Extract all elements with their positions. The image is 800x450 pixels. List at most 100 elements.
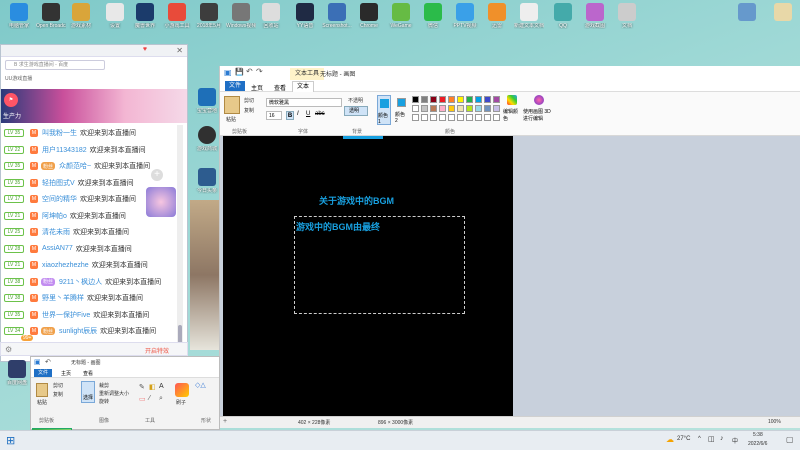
paste-icon[interactable] (224, 96, 240, 114)
color-picker-icon[interactable]: ⁄ (149, 395, 150, 402)
custom-color-swatch[interactable] (493, 114, 500, 121)
desktop-icon-19[interactable]: 游戏截图 (580, 3, 610, 29)
desktop-icon-12[interactable]: Chrome (354, 3, 384, 29)
desktop-icon-right-2[interactable] (768, 3, 798, 23)
pencil-icon[interactable]: ✎ (139, 383, 145, 391)
plus-icon[interactable]: + (151, 169, 163, 181)
palette-swatch[interactable] (448, 105, 455, 112)
transparent-option[interactable]: 透明 (344, 106, 368, 116)
tab-home[interactable]: 主页 (251, 83, 263, 92)
desktop-icon-16[interactable]: 迅雷 (482, 3, 512, 29)
desktop-icon-10[interactable]: YY语音 (290, 3, 320, 29)
chat-username[interactable]: 清花未雨 (42, 227, 70, 237)
chat-username[interactable]: 阿坤帕o (42, 211, 67, 221)
palette-swatch[interactable] (421, 105, 428, 112)
browser-tab[interactable]: UU游戏直播 (5, 75, 32, 82)
custom-color-swatch[interactable] (448, 114, 455, 121)
chat-username[interactable]: 众颜范哈~ (59, 161, 91, 171)
resize-button[interactable]: 重新调整大小 (99, 390, 129, 397)
cut-button[interactable]: 剪切 (53, 382, 63, 389)
custom-color-swatch[interactable] (412, 114, 419, 121)
italic-button[interactable]: I (297, 111, 299, 117)
tab-view[interactable]: 查看 (274, 83, 286, 92)
palette-swatch[interactable] (457, 96, 464, 103)
chat-username[interactable]: 野里丶羊腾样 (42, 293, 84, 303)
chat-scrollbar[interactable] (177, 125, 183, 355)
desktop-icon-4[interactable]: 设置 (100, 3, 130, 29)
network-icon[interactable]: ◫ (708, 435, 715, 443)
opaque-option[interactable]: 不透明 (348, 97, 363, 104)
custom-color-swatch[interactable] (430, 114, 437, 121)
redo-icon[interactable]: ↷ (256, 67, 263, 76)
font-size-select[interactable]: 16 (266, 111, 282, 120)
address-bar[interactable]: B 求生游戏直播间 - 百度 (5, 60, 105, 70)
fill-icon[interactable]: ◧ (149, 383, 156, 391)
palette-swatch[interactable] (430, 96, 437, 103)
custom-color-swatch[interactable] (484, 114, 491, 121)
palette-swatch[interactable] (475, 96, 482, 103)
edit-colors-button[interactable]: 编辑颜色 (503, 108, 521, 122)
palette-swatch[interactable] (475, 105, 482, 112)
chat-username[interactable]: AssiAN77 (42, 245, 73, 252)
bold-button[interactable]: B (286, 111, 294, 120)
chat-username[interactable]: 9211丶枫边人 (59, 277, 102, 287)
palette-swatch[interactable] (439, 96, 446, 103)
clock-time[interactable]: 5:38 (753, 432, 763, 438)
windows-start-icon[interactable]: ⊞ (6, 434, 15, 447)
desktop-icon-9[interactable]: 回收站 (256, 3, 286, 29)
tab-view[interactable]: 查看 (83, 370, 93, 377)
clock-date[interactable]: 2022/6/6 (748, 441, 767, 447)
strikethrough-button[interactable]: abc (315, 111, 325, 117)
desktop-icon-3[interactable]: 今日头条 (192, 168, 222, 194)
tab-file[interactable]: 文件 (225, 81, 245, 91)
color2-button[interactable]: 颜色 2 (395, 95, 409, 125)
copy-button[interactable]: 复制 (244, 107, 254, 114)
ime-indicator[interactable]: 中 (732, 436, 738, 445)
custom-color-swatch[interactable] (439, 114, 446, 121)
palette-swatch[interactable] (466, 105, 473, 112)
desktop-icon-right-1[interactable] (732, 3, 762, 23)
copy-button[interactable]: 复制 (53, 391, 63, 398)
palette-swatch[interactable] (466, 96, 473, 103)
desktop-icon-6[interactable]: 小游戏工具 (162, 3, 192, 29)
desktop-icon-17[interactable]: 新建文本文档 (514, 3, 544, 29)
custom-color-swatch[interactable] (475, 114, 482, 121)
desktop-icon-2[interactable]: 游戏商城 (192, 126, 222, 152)
chat-username[interactable]: sunlight辰辰 (59, 326, 97, 336)
text-icon[interactable]: A (159, 383, 164, 390)
palette-swatch[interactable] (457, 105, 464, 112)
paste-button[interactable]: 粘贴 (37, 399, 47, 406)
eraser-icon[interactable]: ▭ (139, 395, 146, 403)
palette-swatch[interactable] (412, 96, 419, 103)
settings-icon[interactable]: ⚙ (5, 345, 12, 354)
undo-icon[interactable]: ↶ (246, 67, 253, 76)
palette-swatch[interactable] (412, 105, 419, 112)
color1-button[interactable]: 颜色 1 (377, 95, 391, 125)
desktop-icon-1[interactable]: 宝宝营地 (192, 88, 222, 114)
chat-username[interactable]: 世界一保护Five (42, 310, 90, 320)
custom-color-swatch[interactable] (421, 114, 428, 121)
notification-icon[interactable]: ▢ (786, 435, 794, 444)
desktop-icon-14[interactable]: 微信 (418, 3, 448, 29)
paste-button[interactable]: 粘贴 (226, 116, 236, 123)
desktop-icon-11[interactable]: Screenshot... (322, 3, 352, 29)
chat-username[interactable]: 叫我粉一生 (42, 128, 77, 138)
desktop-icon-bottom[interactable]: 百度网盘 (2, 360, 32, 386)
desktop-icon-5[interactable]: 魔兽世界 (130, 3, 160, 29)
close-icon[interactable]: ✕ (176, 46, 183, 55)
desktop-icon-20[interactable]: 文档 (612, 3, 642, 29)
palette-swatch[interactable] (439, 105, 446, 112)
underline-button[interactable]: U (306, 111, 310, 117)
tab-file[interactable]: 文件 (34, 369, 52, 377)
tab-text[interactable]: 文本 (292, 81, 314, 92)
drawing-canvas[interactable]: 关于游戏中的BGM 游戏中的BGM由最终 (223, 136, 513, 416)
desktop-icon-18[interactable]: QQ (548, 3, 578, 29)
chat-username[interactable]: xiaozhezhezhe (42, 262, 89, 269)
gift-sticker[interactable] (146, 187, 176, 217)
save-icon[interactable]: 💾 (235, 68, 244, 76)
undo-icon[interactable]: ↶ (45, 358, 51, 366)
effects-toggle[interactable]: 开启特效 (145, 346, 169, 355)
desktop-icon-2[interactable]: Open Broadcast... (36, 3, 66, 29)
crop-button[interactable]: 裁剪 (99, 382, 109, 389)
palette-swatch[interactable] (448, 96, 455, 103)
